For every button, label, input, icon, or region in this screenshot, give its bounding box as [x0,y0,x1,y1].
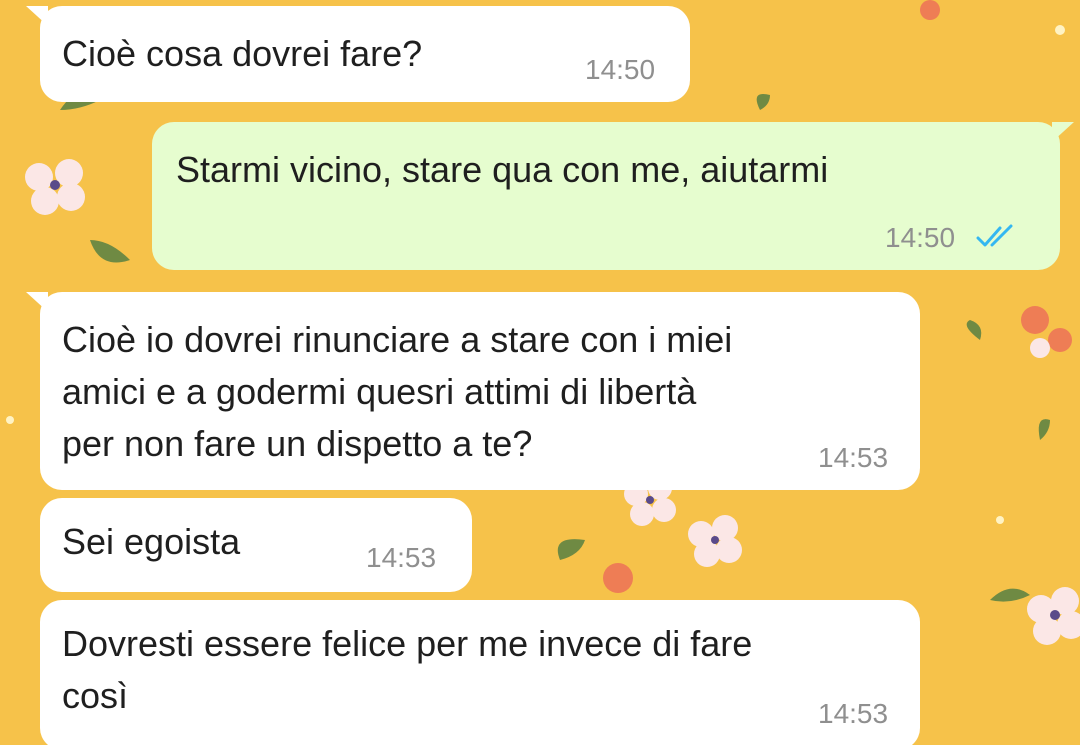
message-timestamp: 14:53 [818,442,889,473]
double-check-read-icon [976,224,1013,247]
message-text: Starmi vicino, stare qua con me, aiutarm… [176,149,829,190]
flower-icon [688,515,742,567]
message-bubble-incoming[interactable]: Dovresti essere felice per me invece di … [40,600,920,745]
message-text-line: Dovresti essere felice per me invece di … [62,623,753,664]
message-text: Sei egoista [62,521,241,562]
message-bubble-incoming[interactable]: Sei egoista 14:53 [40,498,472,592]
message-timestamp: 14:50 [885,222,956,253]
message-text-line: amici e a godermi quesri attimi di liber… [62,371,697,412]
bubble-tail [26,292,48,312]
message-text: Cioè cosa dovrei fare? [62,33,423,74]
message-timestamp: 14:53 [818,698,889,729]
message-text-line: così [62,675,129,716]
message-bubble-outgoing[interactable]: Starmi vicino, stare qua con me, aiutarm… [152,122,1074,270]
message-timestamp: 14:50 [585,54,656,85]
bubble-tail [1052,122,1074,142]
message-timestamp: 14:53 [366,542,437,573]
message-text-line: per non fare un dispetto a te? [62,423,533,464]
message-bubble-incoming[interactable]: Cioè io dovrei rinunciare a stare con i … [26,292,920,490]
bubble-tail [26,6,48,26]
chat-area[interactable]: Cioè cosa dovrei fare? 14:50 Starmi vici… [0,0,1080,745]
message-text-line: Cioè io dovrei rinunciare a stare con i … [62,319,733,360]
message-bubble-incoming[interactable]: Cioè cosa dovrei fare? 14:50 [26,6,690,102]
